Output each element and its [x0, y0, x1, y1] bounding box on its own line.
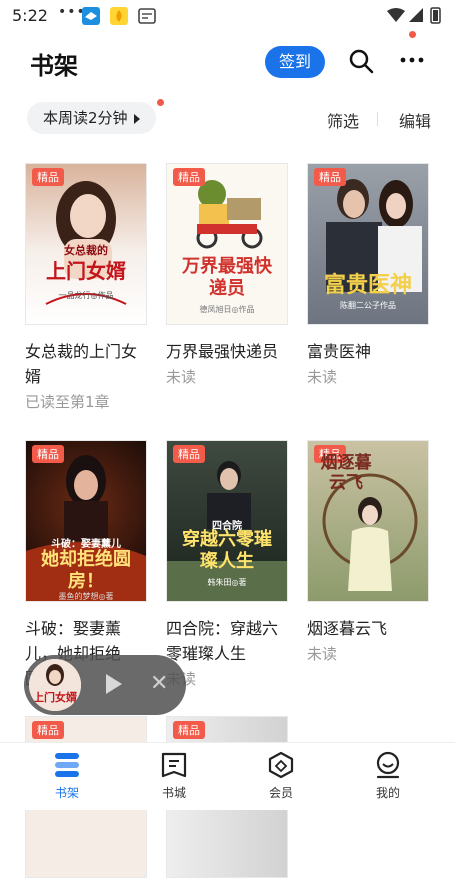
- book-cover[interactable]: 精品 女总裁的 上门女婿 一品龙行◎作品: [25, 163, 147, 325]
- cover-author: 陈翻二公子作品: [340, 301, 396, 310]
- weekly-read-time-button[interactable]: 本周读2分钟: [27, 102, 156, 134]
- premium-tag: 精品: [173, 721, 205, 739]
- cover-title: 万界最强快递员: [182, 256, 272, 299]
- premium-tag: 精品: [32, 445, 64, 463]
- premium-tag: 精品: [173, 168, 205, 186]
- status-bar: 5:22 •••: [0, 0, 455, 32]
- signal-battery-icon: [387, 7, 441, 24]
- nav-profile[interactable]: 我的: [358, 751, 418, 801]
- bookshelf-icon: [55, 753, 79, 777]
- book-item[interactable]: 精品 万界最强快递员 德凤旭日◎作品 万界最强快递员 未读: [166, 163, 288, 387]
- book-title: 四合院：穿越六零璀璨人生: [166, 619, 279, 663]
- premium-tag: 精品: [32, 168, 64, 186]
- nav-label: 书架: [54, 786, 79, 800]
- news-app-icon: [138, 8, 156, 24]
- play-icon[interactable]: [106, 674, 122, 694]
- book-title: 富贵医神: [307, 342, 372, 361]
- player-thumbnail-title: 上门女婿: [33, 691, 77, 704]
- book-status: 未读: [166, 368, 197, 386]
- header: 书架 签到: [0, 31, 455, 92]
- nav-label: 我的: [375, 786, 400, 800]
- weekly-read-time-label: 本周读2分钟: [43, 109, 128, 127]
- cover-title: 她却拒绝圆房！: [41, 549, 131, 592]
- notification-dot: [409, 31, 416, 38]
- book-item[interactable]: 精品 四合院 穿越六零璀璨人生 韩朱田◎著 四合院：穿越六零璀璨人生 未读: [166, 440, 288, 689]
- nav-vip[interactable]: 会员: [251, 751, 311, 801]
- nav-label: 会员: [268, 786, 293, 800]
- cover-author: 韩朱田◎著: [207, 578, 247, 587]
- book-title: 女总裁的上门女婿: [25, 342, 138, 386]
- nav-label: 书城: [161, 786, 186, 800]
- premium-tag: 精品: [32, 721, 64, 739]
- toolbar-divider: [377, 112, 378, 126]
- nav-bookstore[interactable]: 书城: [144, 751, 204, 801]
- book-item[interactable]: 精品 烟逐暮云飞 烟逐暮云飞 未读: [307, 440, 429, 664]
- cover-author: 德凤旭日◎作品: [199, 305, 255, 314]
- book-status: 已读至第1章: [25, 393, 110, 411]
- book-status: 未读: [307, 645, 338, 663]
- cover-author: 墨鱼的梦想◎著: [58, 592, 114, 601]
- cover-illustration: [196, 180, 263, 249]
- book-cover[interactable]: 精品 万界最强快递员 德凤旭日◎作品: [166, 163, 288, 325]
- page-title: 书架: [30, 52, 78, 80]
- premium-tag: 精品: [314, 168, 346, 186]
- cover-top-text: 女总裁的: [64, 244, 108, 257]
- bottom-navigation: 书架 书城 会员 我的: [0, 742, 455, 810]
- book-item[interactable]: 精品 女总裁的 上门女婿 一品龙行◎作品 女总裁的上门女婿 已读至第1章: [25, 163, 147, 412]
- cover-top-text: 斗破：娶妻薰儿: [51, 539, 121, 550]
- cover-title: 上门女婿: [46, 259, 126, 283]
- cover-author: 一品龙行◎作品: [58, 291, 114, 300]
- book-status: 未读: [307, 368, 338, 386]
- chevron-right-icon: [133, 113, 140, 124]
- premium-tag: 精品: [173, 445, 205, 463]
- book-title: 万界最强快递员: [166, 342, 279, 361]
- read-time-badge-dot: [157, 99, 164, 106]
- book-cover[interactable]: 精品 斗破：娶妻薰儿 她却拒绝圆房！ 墨鱼的梦想◎著: [25, 440, 147, 602]
- close-icon[interactable]: ✕: [150, 671, 168, 696]
- book-title: 烟逐暮云飞: [307, 619, 388, 638]
- edit-button[interactable]: 编辑: [399, 108, 431, 132]
- cover-title: 富贵医神: [323, 273, 412, 298]
- player-thumbnail[interactable]: 上门女婿: [29, 659, 81, 711]
- vip-icon: [268, 751, 294, 779]
- book-cover[interactable]: 精品 富贵医神 陈翻二公子作品: [307, 163, 429, 325]
- floating-audio-player[interactable]: 上门女婿 ✕: [24, 655, 186, 715]
- profile-icon: [376, 751, 400, 779]
- status-time: 5:22: [12, 6, 48, 25]
- signin-button[interactable]: 签到: [265, 46, 325, 78]
- bookstore-icon: [161, 752, 187, 778]
- search-icon[interactable]: [348, 48, 374, 74]
- cover-title: 烟逐暮云飞: [320, 453, 372, 493]
- nav-bookshelf[interactable]: 书架: [37, 751, 97, 801]
- more-options-icon[interactable]: [398, 46, 426, 74]
- filter-button[interactable]: 筛选: [327, 108, 359, 132]
- book-item[interactable]: 精品 富贵医神 陈翻二公子作品 富贵医神 未读: [307, 163, 429, 387]
- bird-app-icon: [82, 7, 100, 25]
- book-cover[interactable]: 精品 烟逐暮云飞: [307, 440, 429, 602]
- book-cover[interactable]: 精品 四合院 穿越六零璀璨人生 韩朱田◎著: [166, 440, 288, 602]
- fire-app-icon: [110, 7, 128, 25]
- cover-title: 穿越六零璀璨人生: [182, 529, 272, 572]
